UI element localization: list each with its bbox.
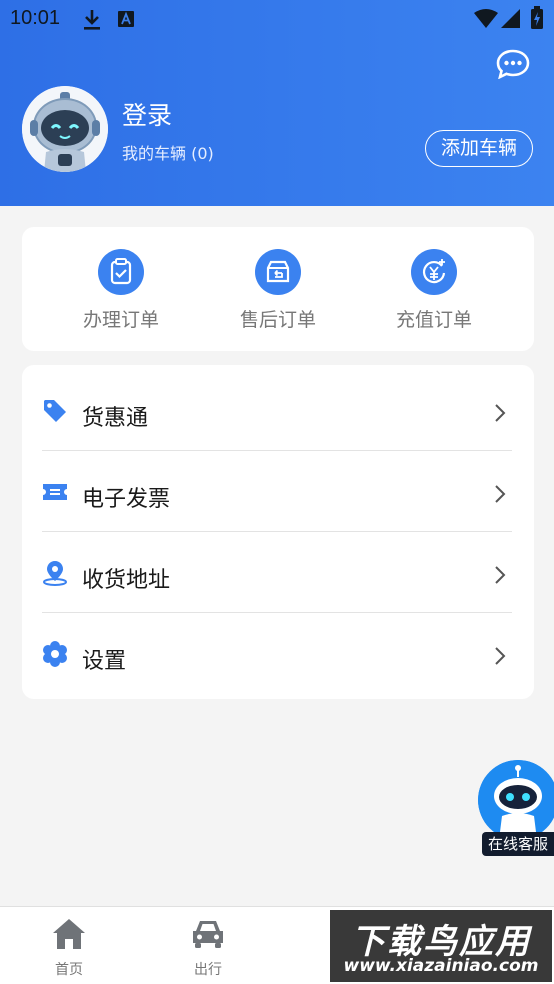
download-icon	[84, 10, 100, 30]
order-label: 办理订单	[82, 309, 159, 331]
chevron-right-icon	[495, 566, 506, 584]
tag-icon	[44, 400, 66, 422]
chevron-right-icon	[495, 647, 506, 665]
yen-coin-icon	[422, 259, 446, 284]
chevron-right-icon	[495, 404, 506, 422]
service-robot	[478, 760, 554, 840]
return-box-icon	[266, 260, 290, 283]
tab-home[interactable]: 首页	[29, 917, 109, 979]
order-shortcut-recharge[interactable]: 充值订单	[374, 249, 494, 332]
menu-item-huohuitong[interactable]: 货惠通	[42, 370, 512, 451]
menu-item-settings[interactable]: 设置	[42, 613, 512, 694]
home-icon	[53, 919, 85, 949]
order-shortcut-processing[interactable]: 办理订单	[61, 249, 181, 332]
status-bar: 10:01	[0, 0, 554, 40]
robot-icon	[478, 760, 554, 840]
wifi-icon	[474, 9, 498, 28]
ticket-icon	[43, 484, 67, 500]
menu-item-label: 收货地址	[82, 568, 171, 593]
menu-item-shipping-address[interactable]: 收货地址	[42, 532, 512, 613]
message-icon[interactable]	[496, 49, 530, 79]
font-a-icon	[118, 11, 134, 27]
order-icon-circle	[98, 249, 144, 295]
my-vehicles-count[interactable]: 我的车辆 (0)	[122, 140, 214, 164]
settings-flower-icon	[43, 641, 67, 667]
user-avatar[interactable]	[22, 86, 108, 172]
order-label: 充值订单	[395, 309, 472, 331]
online-service-label: 在线客服	[482, 832, 554, 856]
robot-avatar-icon	[22, 86, 108, 172]
cell-signal-icon	[501, 9, 520, 28]
menu-item-label: 设置	[82, 649, 127, 674]
add-vehicle-button[interactable]: 添加车辆	[425, 130, 533, 167]
tab-label: 首页	[55, 962, 83, 978]
order-icon-circle	[411, 249, 457, 295]
online-service-button[interactable]: 在线客服	[478, 760, 554, 860]
clipboard-check-icon	[110, 258, 132, 285]
login-link[interactable]: 登录	[122, 96, 172, 132]
profile-header: 10:01 登录 我的车辆 (0) 添加车辆	[0, 0, 554, 206]
order-shortcut-after-sales[interactable]: 售后订单	[218, 249, 338, 332]
menu-card: 货惠通 电子发票 收货地址 设置	[22, 365, 534, 699]
tab-label: 出行	[194, 962, 222, 978]
car-icon	[193, 921, 223, 948]
menu-item-label: 货惠通	[82, 406, 149, 431]
tab-travel[interactable]: 出行	[168, 917, 248, 979]
chevron-right-icon	[495, 485, 506, 503]
status-time: 10:01	[10, 7, 61, 29]
watermark-url: www.xiazainiao.com	[343, 956, 539, 976]
orders-card: 办理订单 售后订单 充值订单	[22, 227, 534, 351]
menu-item-label: 电子发票	[82, 487, 171, 512]
location-pin-icon	[43, 561, 67, 586]
order-label: 售后订单	[239, 309, 316, 331]
order-icon-circle	[255, 249, 301, 295]
watermark: 下载鸟应用 www.xiazainiao.com	[330, 910, 552, 982]
battery-icon	[531, 6, 543, 29]
menu-item-e-invoice[interactable]: 电子发票	[42, 451, 512, 532]
